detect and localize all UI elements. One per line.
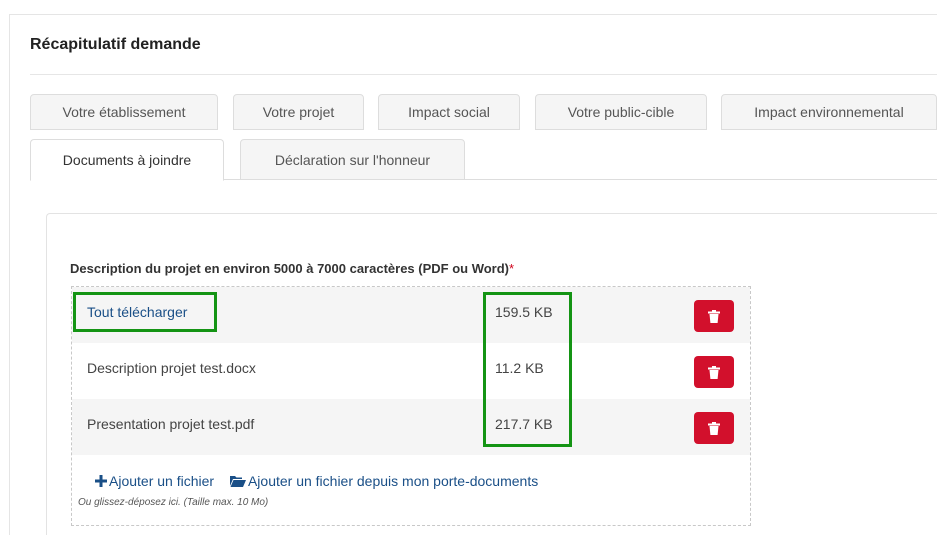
file-row: Presentation projet test.pdf 217.7 KB [72, 399, 750, 455]
add-file-actions: Ajouter un fichier Ajouter un fichier de… [95, 473, 538, 489]
tab-votre-etablissement[interactable]: Votre établissement [30, 94, 218, 130]
file-row: Tout télécharger 159.5 KB [72, 287, 750, 343]
delete-button[interactable] [694, 356, 734, 388]
trash-icon [708, 365, 720, 379]
tab-votre-public-cible[interactable]: Votre public-cible [535, 94, 707, 130]
field-label: Description du projet en environ 5000 à … [70, 261, 515, 276]
page-title: Récapitulatif demande [30, 36, 201, 53]
tab-documents-a-joindre[interactable]: Documents à joindre [30, 139, 224, 181]
delete-button[interactable] [694, 300, 734, 332]
tab-impact-environnemental[interactable]: Impact environnemental [721, 94, 937, 130]
add-from-folder-link[interactable]: Ajouter un fichier depuis mon porte-docu… [229, 473, 538, 489]
tab-declaration-honneur[interactable]: Déclaration sur l'honneur [240, 139, 465, 180]
tab-votre-projet[interactable]: Votre projet [233, 94, 364, 130]
download-all-link[interactable]: Tout télécharger [87, 304, 187, 320]
tab-impact-social[interactable]: Impact social [378, 94, 520, 130]
active-tab-cover [31, 178, 223, 181]
title-divider [30, 74, 937, 75]
upload-hint: Ou glissez-déposez ici. (Taille max. 10 … [78, 497, 269, 508]
file-row: Description projet test.docx 11.2 KB [72, 343, 750, 399]
trash-icon [708, 309, 720, 323]
required-mark: * [509, 261, 515, 276]
plus-icon [95, 475, 107, 487]
file-size: 159.5 KB [495, 304, 553, 320]
file-size: 11.2 KB [495, 360, 544, 376]
trash-icon [708, 421, 720, 435]
file-name: Presentation projet test.pdf [87, 416, 255, 432]
file-size: 217.7 KB [495, 416, 553, 432]
folder-open-icon [229, 476, 246, 487]
file-name: Description projet test.docx [87, 360, 256, 376]
add-file-link[interactable]: Ajouter un fichier [95, 473, 214, 489]
delete-button[interactable] [694, 412, 734, 444]
